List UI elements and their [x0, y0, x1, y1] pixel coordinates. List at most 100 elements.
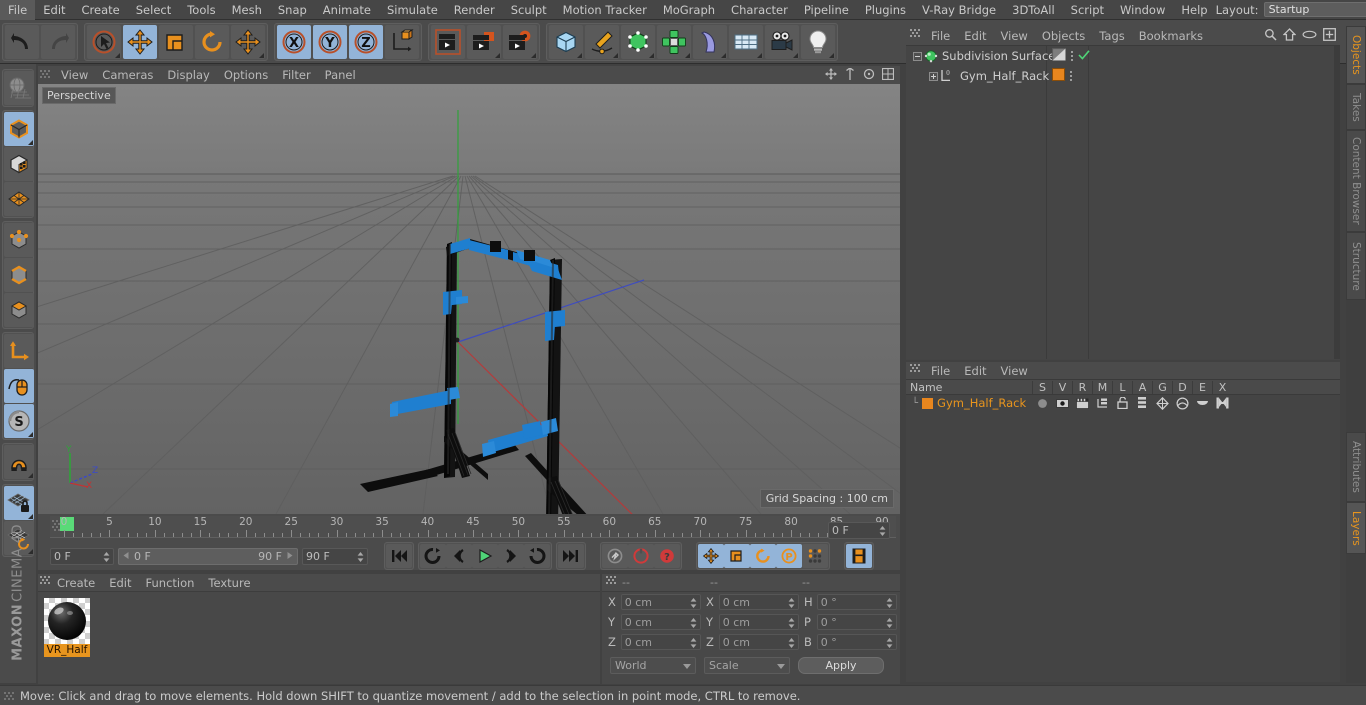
record-pla-button[interactable]: [802, 544, 828, 568]
viewport-menu-display[interactable]: Display: [160, 66, 216, 84]
coord-rot-field[interactable]: 0 °: [816, 614, 897, 630]
spinner-icon[interactable]: [357, 551, 364, 563]
undo-button[interactable]: [5, 24, 39, 59]
add-camera-button[interactable]: [765, 24, 799, 59]
next-frame-button[interactable]: [498, 544, 524, 568]
spinner-icon[interactable]: [886, 637, 893, 649]
move-tool-button[interactable]: [123, 24, 157, 59]
keyframe-selection-button[interactable]: ?: [654, 544, 680, 568]
grid-lock-icon[interactable]: [4, 486, 34, 520]
spinner-icon[interactable]: [103, 551, 110, 563]
layer-menu-edit[interactable]: Edit: [957, 362, 993, 380]
render-view-button[interactable]: [431, 24, 465, 59]
layer-column-s[interactable]: S: [1032, 380, 1052, 394]
coord-rot-field[interactable]: 0 °: [816, 634, 897, 650]
spinner-icon[interactable]: [886, 597, 893, 609]
menu-create[interactable]: Create: [74, 0, 128, 20]
menu-character[interactable]: Character: [723, 0, 796, 20]
material-menu-create[interactable]: Create: [50, 574, 102, 592]
menu-mograph[interactable]: MoGraph: [655, 0, 723, 20]
home-icon[interactable]: [1282, 27, 1297, 44]
object-menu-tags[interactable]: Tags: [1092, 27, 1131, 45]
range-left-arrow-icon[interactable]: [122, 550, 131, 563]
spinner-icon[interactable]: [690, 597, 697, 609]
object-manager-scrollbar[interactable]: [1334, 46, 1340, 359]
manager-icon[interactable]: [1092, 398, 1112, 409]
layer-column-x[interactable]: X: [1212, 380, 1232, 394]
material-menu-function[interactable]: Function: [139, 574, 202, 592]
filmstrip-icon[interactable]: [846, 544, 872, 568]
viewport-maximize-icon[interactable]: [881, 67, 895, 83]
record-parameter-button[interactable]: P: [776, 544, 802, 568]
timeline-ruler[interactable]: 051015202530354045505560657075808590: [50, 516, 896, 538]
viewport-menu-filter[interactable]: Filter: [275, 66, 317, 84]
range-right-arrow-icon[interactable]: [285, 550, 294, 563]
eye-icon[interactable]: [1052, 398, 1072, 409]
dots-icon[interactable]: [1071, 51, 1073, 61]
menu-motion-tracker[interactable]: Motion Tracker: [555, 0, 655, 20]
material-menu-texture[interactable]: Texture: [201, 574, 257, 592]
xref-icon[interactable]: [1212, 397, 1232, 409]
s-disc-icon[interactable]: S: [4, 404, 34, 438]
layer-menu-file[interactable]: File: [924, 362, 957, 380]
spinner-icon[interactable]: [788, 617, 795, 629]
object-menu-objects[interactable]: Objects: [1035, 27, 1092, 45]
3d-viewport[interactable]: Perspective Grid Spacing : 100 cm Y Z X: [38, 84, 900, 514]
timeline-grip-icon[interactable]: [52, 520, 60, 534]
spinner-icon[interactable]: [690, 637, 697, 649]
coord-pos-field[interactable]: 0 cm: [620, 594, 701, 610]
coord-rot-field[interactable]: 0 °: [816, 594, 897, 610]
menu-script[interactable]: Script: [1063, 0, 1112, 20]
scale-tool-button[interactable]: [159, 24, 193, 59]
coord-pos-field[interactable]: 0 cm: [620, 634, 701, 650]
menu-select[interactable]: Select: [128, 0, 179, 20]
globe-wire-icon[interactable]: [4, 71, 34, 105]
menu-animate[interactable]: Animate: [315, 0, 379, 20]
move-tool-secondary-button[interactable]: [231, 24, 265, 59]
panel-grip-icon[interactable]: [40, 576, 50, 589]
add-light-button[interactable]: [801, 24, 835, 59]
live-selection-button[interactable]: [87, 24, 121, 59]
viewport-menu-panel[interactable]: Panel: [318, 66, 363, 84]
menu-window[interactable]: Window: [1112, 0, 1173, 20]
coord-size-field[interactable]: 0 cm: [718, 614, 799, 630]
coordinate-system-dropdown[interactable]: World: [610, 656, 696, 674]
spinner-icon[interactable]: [886, 617, 893, 629]
menu-sculpt[interactable]: Sculpt: [503, 0, 555, 20]
tab-takes[interactable]: Takes: [1346, 84, 1366, 130]
viewport-menu-options[interactable]: Options: [217, 66, 275, 84]
redo-button[interactable]: [41, 24, 75, 59]
add-deformer-button[interactable]: [693, 24, 727, 59]
add-array-button[interactable]: [657, 24, 691, 59]
lock-open-icon[interactable]: [1112, 397, 1132, 409]
menu-help[interactable]: Help: [1173, 0, 1215, 20]
rotate-tool-button[interactable]: [195, 24, 229, 59]
axis-L-icon[interactable]: [4, 334, 34, 368]
play-backwards-loop-button[interactable]: [420, 544, 446, 568]
preview-range-bar[interactable]: 0 F 90 F: [118, 547, 298, 565]
expander-minus-icon[interactable]: [910, 51, 924, 61]
layer-column-a[interactable]: A: [1132, 380, 1152, 394]
render-picture-viewer-button[interactable]: [467, 24, 501, 59]
object-menu-file[interactable]: File: [924, 27, 957, 45]
layer-column-v[interactable]: V: [1052, 380, 1072, 394]
object-menu-edit[interactable]: Edit: [957, 27, 993, 45]
mouse-spline-icon[interactable]: [4, 369, 34, 403]
tab-content-browser[interactable]: Content Browser: [1346, 130, 1366, 232]
panel-grip-icon[interactable]: [40, 70, 50, 80]
axis-z-icon[interactable]: Z: [349, 24, 383, 59]
material-chip[interactable]: VR_Half: [44, 598, 90, 657]
spinner-icon[interactable]: [788, 637, 795, 649]
panel-grip-icon[interactable]: [606, 576, 616, 589]
previous-frame-button[interactable]: [446, 544, 472, 568]
layer-name[interactable]: Gym_Half_Rack: [937, 396, 1026, 410]
coord-size-field[interactable]: 0 cm: [718, 594, 799, 610]
viewport-menu-view[interactable]: View: [54, 66, 95, 84]
texture-mode-button[interactable]: [4, 147, 34, 181]
record-scale-button[interactable]: [724, 544, 750, 568]
animation-icon[interactable]: [1132, 397, 1152, 409]
layer-column-d[interactable]: D: [1172, 380, 1192, 394]
viewport-scale-icon[interactable]: [844, 66, 856, 83]
preview-frame-field[interactable]: 0 F: [828, 522, 890, 539]
layer-column-l[interactable]: L: [1112, 380, 1132, 394]
